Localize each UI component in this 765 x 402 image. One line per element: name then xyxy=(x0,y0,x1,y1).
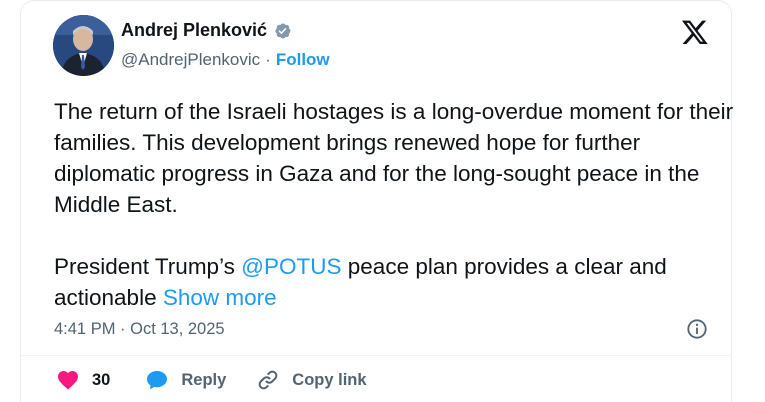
heart-icon xyxy=(58,371,78,390)
separator-dot: · xyxy=(265,50,271,69)
follow-button[interactable]: Follow xyxy=(276,50,330,70)
show-more-link[interactable]: Show more xyxy=(163,285,277,310)
mention-link[interactable]: @POTUS xyxy=(241,254,341,279)
verified-badge-icon xyxy=(275,23,291,38)
tweet-timestamp[interactable]: 4:41 PM · Oct 13, 2025 xyxy=(54,320,225,339)
like-count: 30 xyxy=(92,370,111,389)
reply-button[interactable]: Reply xyxy=(145,368,226,392)
action-bar: 30 Reply Copy link xyxy=(56,368,367,392)
like-button[interactable]: 30 xyxy=(56,368,110,392)
author-handle[interactable]: @AndrejPlenkovic xyxy=(121,50,260,70)
author-name-row: Andrej Plenković xyxy=(121,20,292,41)
author-name[interactable]: Andrej Plenković xyxy=(121,20,267,41)
tweet-text: The return of the Israeli hostages is a … xyxy=(54,96,734,313)
x-logo-icon[interactable] xyxy=(680,18,710,46)
copy-link-button[interactable]: Copy link xyxy=(256,368,367,392)
divider xyxy=(21,355,732,356)
author-handle-row: @AndrejPlenkovic · Follow xyxy=(121,50,330,70)
copy-link-label: Copy link xyxy=(292,370,367,389)
tweet-paragraph-2: President Trump’s @POTUS peace plan prov… xyxy=(54,251,734,313)
speech-bubble-icon xyxy=(147,371,168,390)
link-icon xyxy=(258,370,278,390)
tweet-paragraph-1: The return of the Israeli hostages is a … xyxy=(54,99,734,217)
reply-label: Reply xyxy=(181,370,227,389)
avatar[interactable] xyxy=(53,15,114,76)
tweet-text-before-mention: President Trump’s xyxy=(54,254,242,279)
info-icon[interactable] xyxy=(686,318,708,340)
avatar-photo xyxy=(53,15,114,76)
